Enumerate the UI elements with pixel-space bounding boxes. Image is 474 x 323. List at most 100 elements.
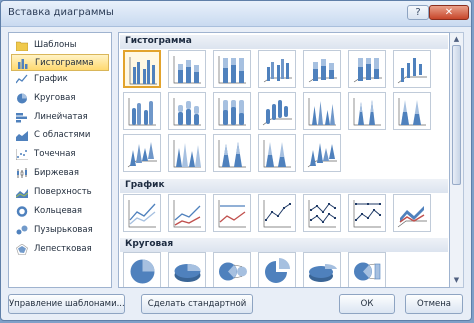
sidebar-item-label: График [34,74,68,84]
chart-subtype-exploded-pie[interactable] [258,252,296,287]
3d-cylinder-icon [262,100,292,126]
sidebar-item-label: Гистограмма [35,58,94,68]
chart-subtype-100-stacked-column[interactable] [213,50,251,88]
title-bar: Вставка диаграммы ? ✕ [1,1,471,27]
close-button[interactable]: ✕ [429,5,469,20]
stacked-cone-icon [353,98,381,126]
chart-subtype-clustered-column[interactable] [123,50,161,88]
chart-subtype-3d-cone[interactable] [123,134,161,172]
sidebar-item-label: Круговая [34,93,76,103]
scroll-up-icon[interactable]: ▲ [451,34,462,45]
doughnut-chart-icon [16,206,28,217]
sidebar-item-label: Кольцевая [34,206,83,216]
chart-subtype-3d-clustered-column[interactable] [258,50,296,88]
sidebar-item-radar[interactable]: Лепестковая [11,241,109,258]
chart-subtype-line[interactable] [123,194,161,232]
chart-subtype-clustered-cylinder[interactable] [123,92,161,130]
sidebar-item-column[interactable]: Гистограмма [11,54,109,71]
set-as-default-button[interactable]: Сделать стандартной [141,294,253,314]
sidebar-item-bar[interactable]: Линейчатая [11,109,109,126]
help-button[interactable]: ? [407,5,429,20]
clustered-cone-icon [308,98,336,126]
folder-icon [16,41,28,51]
3d-pie-icon [174,264,201,282]
chart-subtype-stacked-line-with-markers[interactable] [303,194,341,232]
chart-subtype-clustered-pyramid[interactable] [168,134,206,172]
sidebar-item-doughnut[interactable]: Кольцевая [11,203,109,220]
chart-subtype-3d-cylinder[interactable] [258,92,296,130]
bar-of-pie-icon [354,262,381,281]
ok-button[interactable]: ОК [339,294,395,314]
chart-subtype-stacked-cylinder[interactable] [168,92,206,130]
sidebar-item-label: С областями [34,130,91,140]
scroll-down-icon[interactable]: ▼ [451,275,462,286]
chart-subtype-exploded-3d-pie[interactable] [303,252,341,287]
stacked-cylinder-icon [173,98,201,126]
bubble-chart-icon [16,225,28,235]
chart-subtype-100-stacked-line-with-markers[interactable] [348,194,386,232]
chart-subtype-bar-of-pie[interactable] [348,252,386,287]
chart-subtype-clustered-cone[interactable] [303,92,341,130]
3d-percent-stacked-column-icon [353,58,382,83]
chart-subtype-stacked-column[interactable] [168,50,206,88]
sidebar-item-area[interactable]: С областями [11,127,109,144]
pie-of-pie-icon [219,262,247,281]
3d-pyramid-icon [307,143,337,168]
chart-subtype-3d-100-stacked-column[interactable] [348,50,386,88]
percent-stacked-column-icon [218,56,246,84]
chart-subtype-pie-of-pie[interactable] [213,252,251,287]
dialog-title: Вставка диаграммы [8,7,114,18]
column-chart-icon [18,59,28,69]
section-label: Круговая [125,239,174,249]
chart-subtype-stacked-cone[interactable] [348,92,386,130]
clustered-pyramid-icon [173,140,201,168]
3d-cone-icon [127,142,157,168]
help-icon: ? [415,7,421,18]
sidebar-item-scatter[interactable]: Точечная [11,146,109,163]
sidebar-item-label: Шаблоны [34,40,77,50]
chart-subtype-3d-pie[interactable] [168,252,206,287]
chart-subtype-3d-pyramid[interactable] [303,134,341,172]
sidebar-item-line[interactable]: График [11,71,109,88]
sidebar-item-templates[interactable]: Шаблоны [11,37,109,54]
line-icon [128,200,156,228]
cancel-button[interactable]: Отмена [405,294,463,314]
sidebar-item-pie[interactable]: Круговая [11,90,109,107]
manage-templates-button[interactable]: Управление шаблонами... [8,294,125,314]
surface-chart-icon [16,189,28,198]
bar-chart-icon [16,113,27,123]
stacked-line-icon [173,200,201,228]
chart-subtype-pie[interactable] [123,252,161,287]
chart-subtype-100-stacked-pyramid[interactable] [258,134,296,172]
3d-stacked-column-icon [308,59,337,83]
chart-subtype-3d-line[interactable] [393,194,431,232]
sidebar-item-label: Точечная [34,149,76,159]
chart-type-list: Шаблоны Гистограмма График Круговая Лине… [8,32,112,288]
percent-stacked-line-icon [218,200,246,228]
scrollbar-thumb[interactable] [452,45,461,185]
sidebar-item-bubble[interactable]: Пузырьковая [11,222,109,239]
section-header-column: Гистограмма [120,35,448,49]
chart-subtype-100-stacked-cone[interactable] [393,92,431,130]
sidebar-item-surface[interactable]: Поверхность [11,184,109,201]
section-label: График [125,180,165,190]
line-chart-icon [16,74,28,84]
sidebar-item-label: Линейчатая [34,112,88,122]
chart-subtype-gallery: Гистограмма График Круговая [118,32,450,288]
chart-subtype-100-stacked-cylinder[interactable] [213,92,251,130]
chart-subtype-3d-column[interactable] [393,50,431,88]
sidebar-item-stock[interactable]: Биржевая [11,165,109,182]
line-markers-icon [263,200,291,228]
percent-stacked-line-markers-icon [353,200,381,228]
chart-subtype-stacked-line[interactable] [168,194,206,232]
chart-subtype-line-with-markers[interactable] [258,194,296,232]
close-icon: ✕ [444,7,454,18]
exploded-pie-icon [265,258,290,283]
area-chart-icon [16,131,28,141]
chart-subtype-stacked-pyramid[interactable] [213,134,251,172]
sidebar-item-label: Биржевая [34,168,79,178]
3d-clustered-column-icon [263,59,292,83]
chart-subtype-3d-stacked-column[interactable] [303,50,341,88]
gallery-scrollbar[interactable]: ▲ ▼ [450,32,464,288]
chart-subtype-100-stacked-line[interactable] [213,194,251,232]
